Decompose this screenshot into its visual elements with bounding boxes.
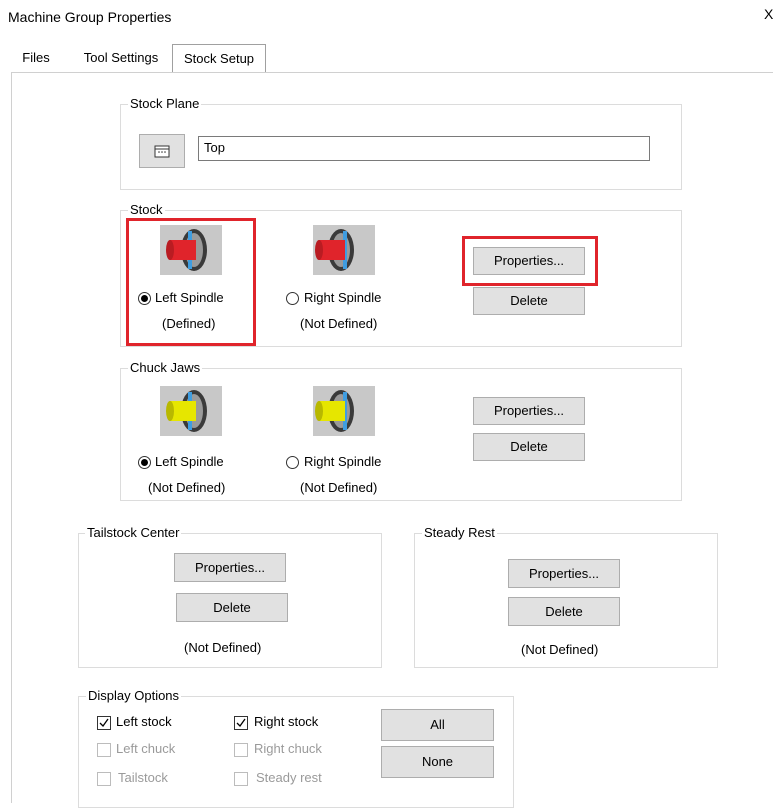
right-chuck-label: Right chuck (254, 741, 322, 756)
stock-left-spindle-label[interactable]: Left Spindle (155, 290, 224, 305)
steady-rest-label: Steady rest (256, 770, 322, 785)
tailstock-checkbox[interactable] (97, 772, 111, 786)
tailstock-properties-button[interactable]: Properties... (174, 553, 286, 582)
stock-left-spindle-status: (Defined) (162, 316, 216, 331)
right-stock-label[interactable]: Right stock (254, 714, 318, 729)
chuck-left-spindle-label[interactable]: Left Spindle (155, 454, 224, 469)
chuck-left-spindle-icon[interactable] (160, 386, 222, 436)
steady-rest-checkbox[interactable] (234, 772, 248, 786)
chuck-right-spindle-icon[interactable] (313, 386, 375, 436)
stock-right-spindle-icon[interactable] (313, 225, 375, 275)
stock-plane-legend: Stock Plane (128, 96, 202, 111)
stock-plane-field[interactable]: Top (198, 136, 650, 161)
plane-select-icon (154, 145, 170, 158)
chuck-left-spindle-radio[interactable] (138, 456, 151, 469)
chuck-jaws-legend: Chuck Jaws (128, 360, 203, 375)
left-stock-label[interactable]: Left stock (116, 714, 172, 729)
left-chuck-checkbox[interactable] (97, 743, 111, 757)
stock-right-spindle-status: (Not Defined) (300, 316, 378, 331)
steady-rest-properties-button[interactable]: Properties... (508, 559, 620, 588)
tab-tool-settings[interactable]: Tool Settings (72, 46, 170, 70)
chuck-delete-button[interactable]: Delete (473, 433, 585, 461)
checkmark-icon (99, 718, 109, 728)
tab-stock-setup[interactable]: Stock Setup (172, 44, 266, 74)
stock-right-spindle-radio[interactable] (286, 292, 299, 305)
stock-left-spindle-radio[interactable] (138, 292, 151, 305)
tailstock-delete-button[interactable]: Delete (176, 593, 288, 622)
stock-legend: Stock (128, 202, 165, 217)
chuck-right-spindle-label[interactable]: Right Spindle (304, 454, 381, 469)
chuck-right-spindle-status: (Not Defined) (300, 480, 378, 495)
tailstock-status: (Not Defined) (184, 640, 262, 655)
tailstock-center-legend: Tailstock Center (85, 525, 182, 540)
tailstock-label: Tailstock (118, 770, 168, 785)
steady-rest-delete-button[interactable]: Delete (508, 597, 620, 626)
checkmark-icon (236, 718, 246, 728)
close-icon[interactable]: X (764, 6, 773, 22)
plane-select-button[interactable] (139, 134, 185, 168)
chuck-left-spindle-status: (Not Defined) (148, 480, 226, 495)
display-options-legend: Display Options (86, 688, 182, 703)
stock-delete-button[interactable]: Delete (473, 287, 585, 315)
stock-properties-button[interactable]: Properties... (473, 247, 585, 275)
tab-files[interactable]: Files (14, 46, 58, 70)
steady-rest-legend: Steady Rest (422, 525, 497, 540)
left-chuck-label: Left chuck (116, 741, 176, 756)
steady-rest-status: (Not Defined) (521, 642, 599, 657)
left-stock-checkbox[interactable] (97, 716, 111, 730)
chuck-properties-button[interactable]: Properties... (473, 397, 585, 425)
window-title: Machine Group Properties (8, 9, 172, 25)
none-button[interactable]: None (381, 746, 494, 778)
all-button[interactable]: All (381, 709, 494, 741)
right-chuck-checkbox[interactable] (234, 743, 248, 757)
chuck-right-spindle-radio[interactable] (286, 456, 299, 469)
stock-left-spindle-icon[interactable] (160, 225, 222, 275)
right-stock-checkbox[interactable] (234, 716, 248, 730)
stock-right-spindle-label[interactable]: Right Spindle (304, 290, 381, 305)
